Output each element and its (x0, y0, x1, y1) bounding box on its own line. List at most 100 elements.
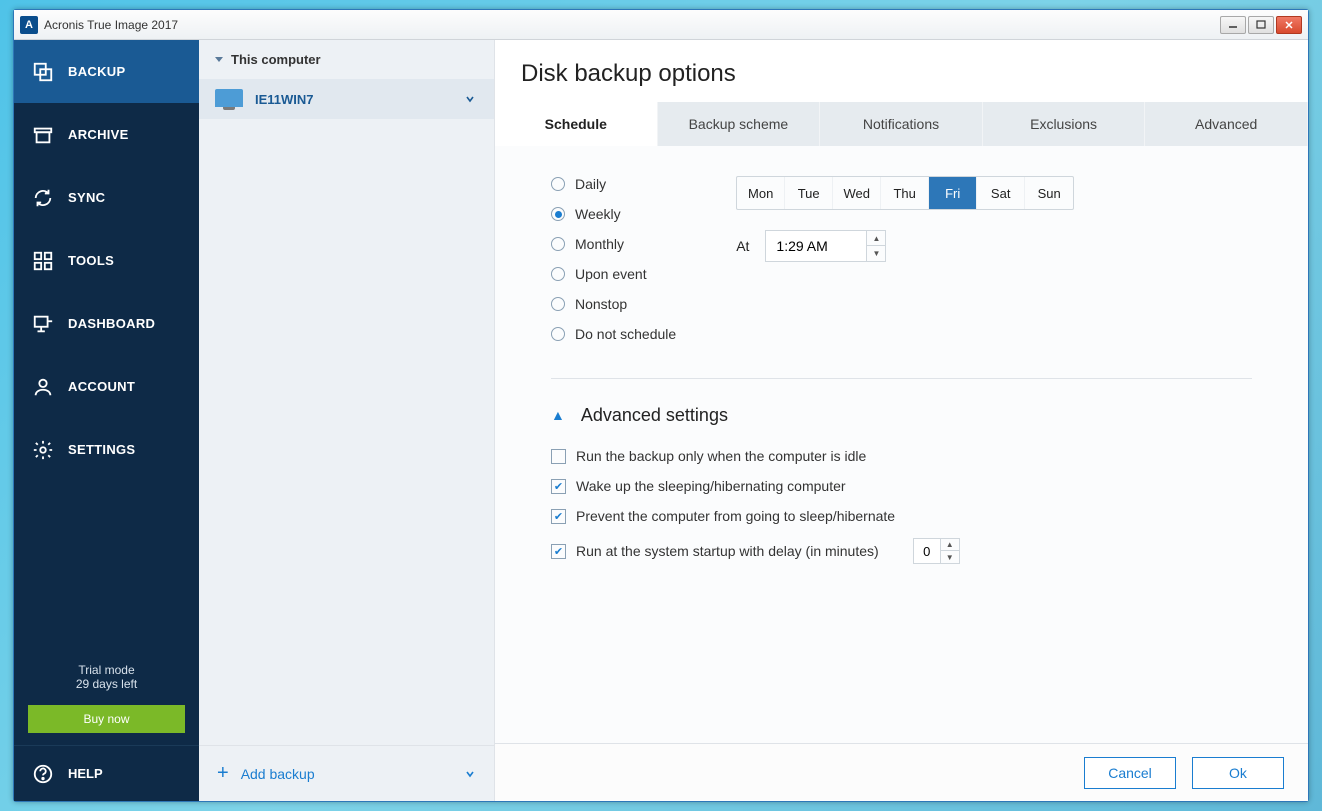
titlebar: A Acronis True Image 2017 (14, 10, 1308, 40)
settings-icon (32, 439, 54, 461)
window-controls (1220, 16, 1302, 34)
day-sun[interactable]: Sun (1025, 177, 1073, 209)
tab-notifications[interactable]: Notifications (820, 102, 983, 146)
backup-group-label: This computer (231, 52, 321, 67)
radio-daily[interactable]: Daily (551, 176, 676, 192)
delay-up-button[interactable]: ▲ (941, 539, 959, 551)
check-run-idle[interactable]: Run the backup only when the computer is… (551, 448, 1252, 464)
sidebar-item-tools[interactable]: TOOLS (14, 229, 199, 292)
sidebar-item-help[interactable]: HELP (14, 745, 199, 801)
archive-icon (32, 124, 54, 146)
time-field[interactable] (766, 231, 866, 261)
check-label: Run at the system startup with delay (in… (576, 543, 879, 559)
at-label: At (736, 238, 749, 254)
ok-button[interactable]: Ok (1192, 757, 1284, 789)
backup-list-panel: This computer IE11WIN7 + Add backup (199, 40, 495, 801)
radio-label: Daily (575, 176, 606, 192)
window-title: Acronis True Image 2017 (44, 18, 178, 32)
sidebar-item-label: ARCHIVE (68, 127, 129, 142)
chevron-down-icon[interactable] (464, 768, 476, 780)
sidebar-item-label: TOOLS (68, 253, 114, 268)
chevron-down-icon[interactable] (464, 93, 476, 105)
radio-monthly[interactable]: Monthly (551, 236, 676, 252)
main-panel: Disk backup options Schedule Backup sche… (495, 40, 1308, 801)
radio-label: Monthly (575, 236, 624, 252)
day-sat[interactable]: Sat (977, 177, 1025, 209)
delay-down-button[interactable]: ▼ (941, 551, 959, 563)
sidebar-item-label: SYNC (68, 190, 105, 205)
time-up-button[interactable]: ▲ (867, 231, 885, 246)
maximize-button[interactable] (1248, 16, 1274, 34)
sidebar-item-account[interactable]: ACCOUNT (14, 355, 199, 418)
tab-backup-scheme[interactable]: Backup scheme (658, 102, 821, 146)
buy-now-button[interactable]: Buy now (28, 705, 185, 733)
check-label: Run the backup only when the computer is… (576, 448, 866, 464)
backup-group-header[interactable]: This computer (199, 40, 494, 79)
radio-label: Do not schedule (575, 326, 676, 342)
app-body: BACKUP ARCHIVE SYNC TOOLS (14, 40, 1308, 801)
sidebar: BACKUP ARCHIVE SYNC TOOLS (14, 40, 199, 801)
day-fri[interactable]: Fri (929, 177, 977, 209)
sidebar-item-label: ACCOUNT (68, 379, 135, 394)
radio-label: Upon event (575, 266, 647, 282)
sidebar-item-archive[interactable]: ARCHIVE (14, 103, 199, 166)
check-label: Prevent the computer from going to sleep… (576, 508, 895, 524)
backup-icon (32, 61, 54, 83)
help-label: HELP (68, 766, 103, 781)
delay-field[interactable] (914, 539, 940, 563)
minimize-button[interactable] (1220, 16, 1246, 34)
computer-icon (215, 89, 243, 109)
check-prevent-sleep[interactable]: Prevent the computer from going to sleep… (551, 508, 1252, 524)
backup-item-name: IE11WIN7 (255, 92, 314, 107)
tab-advanced[interactable]: Advanced (1145, 102, 1308, 146)
dashboard-icon (32, 313, 54, 335)
sidebar-item-label: SETTINGS (68, 442, 135, 457)
backup-list-item[interactable]: IE11WIN7 (199, 79, 494, 119)
sidebar-item-dashboard[interactable]: DASHBOARD (14, 292, 199, 355)
cancel-button[interactable]: Cancel (1084, 757, 1176, 789)
check-label: Wake up the sleeping/hibernating compute… (576, 478, 846, 494)
time-down-button[interactable]: ▼ (867, 246, 885, 261)
schedule-mode-radios: Daily Weekly Monthly Upon event Nonstop … (551, 176, 676, 342)
tab-exclusions[interactable]: Exclusions (983, 102, 1146, 146)
account-icon (32, 376, 54, 398)
options-title: Disk backup options (495, 40, 1308, 102)
radio-nonstop[interactable]: Nonstop (551, 296, 676, 312)
day-tue[interactable]: Tue (785, 177, 833, 209)
app-icon: A (20, 16, 38, 34)
advanced-settings-toggle[interactable]: ▲ Advanced settings (551, 405, 1252, 426)
radio-label: Weekly (575, 206, 621, 222)
day-picker: Mon Tue Wed Thu Fri Sat Sun (736, 176, 1074, 210)
chevron-down-icon (215, 57, 223, 62)
sidebar-item-label: DASHBOARD (68, 316, 155, 331)
trial-mode-text: Trial mode (14, 663, 199, 677)
trial-days-text: 29 days left (14, 677, 199, 691)
divider (551, 378, 1252, 379)
sidebar-item-sync[interactable]: SYNC (14, 166, 199, 229)
close-button[interactable] (1276, 16, 1302, 34)
delay-input: ▲ ▼ (913, 538, 960, 564)
check-wake-up[interactable]: Wake up the sleeping/hibernating compute… (551, 478, 1252, 494)
radio-weekly[interactable]: Weekly (551, 206, 676, 222)
day-wed[interactable]: Wed (833, 177, 881, 209)
options-tabs: Schedule Backup scheme Notifications Exc… (495, 102, 1308, 146)
check-startup-delay[interactable]: Run at the system startup with delay (in… (551, 538, 1252, 564)
help-icon (32, 763, 54, 785)
radio-no-schedule[interactable]: Do not schedule (551, 326, 676, 342)
day-thu[interactable]: Thu (881, 177, 929, 209)
add-backup-button[interactable]: + Add backup (199, 745, 494, 801)
sidebar-item-backup[interactable]: BACKUP (14, 40, 199, 103)
day-mon[interactable]: Mon (737, 177, 785, 209)
sync-icon (32, 187, 54, 209)
tab-schedule[interactable]: Schedule (495, 102, 658, 146)
radio-upon-event[interactable]: Upon event (551, 266, 676, 282)
advanced-settings-title: Advanced settings (581, 405, 728, 426)
schedule-tab-content: Daily Weekly Monthly Upon event Nonstop … (495, 146, 1308, 743)
time-input: ▲ ▼ (765, 230, 886, 262)
radio-label: Nonstop (575, 296, 627, 312)
dialog-footer: Cancel Ok (495, 743, 1308, 801)
app-window: A Acronis True Image 2017 BACKUP (13, 9, 1309, 802)
sidebar-item-settings[interactable]: SETTINGS (14, 418, 199, 481)
delay-spinners: ▲ ▼ (940, 539, 959, 563)
time-spinners: ▲ ▼ (866, 231, 885, 261)
